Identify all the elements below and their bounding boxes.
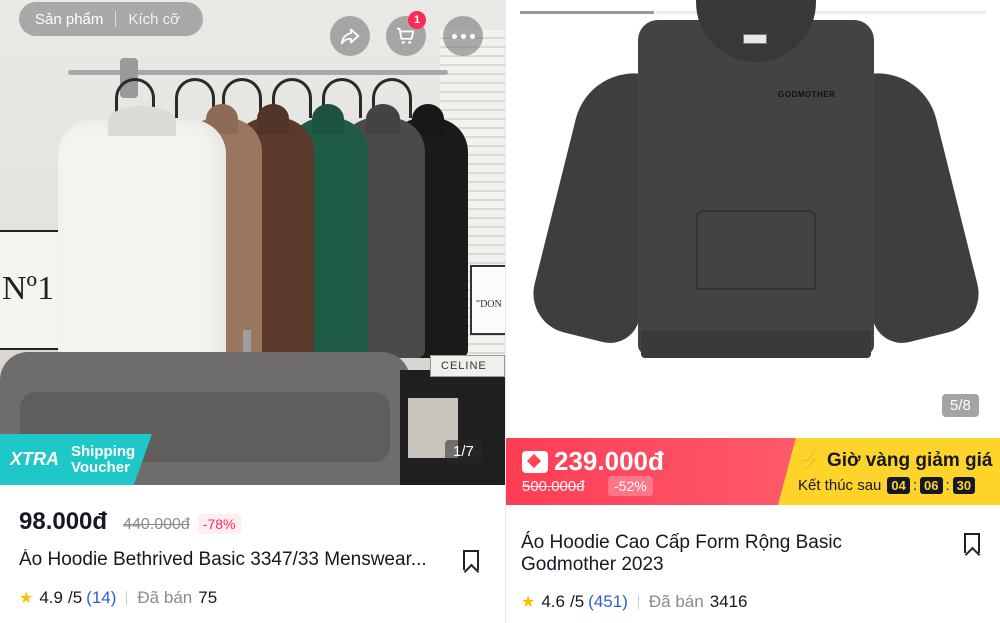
flash-original-price: 500.000đ	[522, 478, 585, 495]
xtra-label: XTRA	[10, 449, 59, 469]
sold-label: Đã bán	[137, 588, 193, 607]
book: CELINE	[430, 355, 505, 377]
share-icon	[340, 28, 360, 45]
poster-text: "DON	[476, 299, 502, 310]
star-icon: ★	[521, 594, 536, 611]
rating-max: /5	[569, 592, 585, 611]
golden-hour-box: ⚡ Giờ vàng giảm giá Kết thúc sau 04: 06:…	[778, 438, 1000, 505]
discount-badge: -78%	[197, 514, 241, 534]
review-count[interactable]: (451)	[588, 592, 628, 612]
sold-label: Đã bán	[648, 592, 704, 611]
product-image-carousel[interactable]: GODMOTHER 5/8	[506, 0, 1000, 438]
rating-value: 4.9	[39, 588, 63, 607]
sold-count: 3416	[709, 592, 748, 611]
bookmark-icon[interactable]	[964, 533, 980, 553]
kangaroo-pocket	[696, 210, 816, 290]
original-price: 440.000đ	[123, 516, 190, 533]
product-title[interactable]: Áo Hoodie Cao Cấp Form Rộng Basic Godmot…	[521, 532, 921, 576]
image-counter: 5/8	[942, 394, 979, 417]
flash-discount-badge: -52%	[608, 476, 653, 496]
more-button[interactable]	[443, 16, 483, 56]
share-button[interactable]	[330, 16, 370, 56]
review-count[interactable]: (14)	[86, 588, 116, 608]
hem-rib	[641, 330, 871, 358]
star-icon: ★	[19, 590, 34, 607]
sold-count: 75	[198, 588, 218, 607]
ticket-icon	[522, 450, 548, 473]
top-nav-pill: Sản phẩm Kích cỡ	[19, 2, 203, 36]
tab-products[interactable]: Sản phẩm	[35, 11, 103, 28]
voucher-line2: Voucher	[71, 458, 130, 476]
rating-max: /5	[67, 588, 83, 607]
rating-row: ★ 4.9 /5 (14) Đã bán 75	[19, 588, 217, 608]
flash-sale-banner: 239.000đ 500.000đ -52% ⚡ Giờ vàng giảm g…	[506, 438, 1000, 505]
rating-row: ★ 4.6 /5 (451) Đã bán 3416	[521, 592, 748, 612]
shelf	[400, 370, 505, 485]
ends-in-label: Kết thúc sau	[798, 477, 882, 494]
cart-count-badge: 1	[408, 11, 426, 29]
book-title: CELINE	[441, 360, 487, 372]
flash-price: 239.000đ	[554, 446, 664, 476]
flash-price-box: 239.000đ 500.000đ -52%	[506, 438, 798, 505]
price-row: 98.000đ 440.000đ -78%	[19, 508, 241, 536]
rating-divider	[126, 591, 128, 605]
product-title[interactable]: Áo Hoodie Bethrived Basic 3347/33 Menswe…	[19, 549, 449, 571]
hoodie-white	[58, 106, 226, 365]
golden-hour-label: Giờ vàng giảm giá	[826, 450, 993, 471]
current-price: 98.000đ	[19, 508, 108, 535]
nav-divider	[115, 11, 117, 27]
rating-divider	[637, 595, 639, 609]
voucher-line1: Shipping	[71, 442, 136, 460]
bookmark-icon[interactable]	[463, 550, 479, 570]
hoodie-body	[638, 20, 874, 355]
timer-hours: 04	[887, 477, 910, 494]
product-card-right[interactable]: GODMOTHER 5/8 239.000đ 500.000đ -52% ⚡ G…	[506, 0, 1000, 623]
image-counter: 1/7	[445, 440, 482, 463]
xtra-shipping-voucher-badge: XTRA Shipping Voucher	[0, 434, 152, 485]
collar-tag	[743, 34, 767, 44]
hoodie-product-photo: GODMOTHER	[524, 0, 988, 360]
more-icon	[450, 33, 477, 39]
product-card-left[interactable]: Nº1 "DON CELINE Sản phẩm Kích cỡ 1 XTRA …	[0, 0, 505, 623]
flash-icon: ⚡	[798, 450, 822, 471]
timer-seconds: 30	[952, 477, 976, 494]
tab-size[interactable]: Kích cỡ	[128, 11, 180, 28]
brand-print: GODMOTHER	[778, 90, 836, 99]
timer-minutes: 06	[920, 477, 943, 494]
wall-sign-text: Nº1	[2, 270, 55, 307]
poster-frame: "DON	[470, 265, 505, 335]
rating-value: 4.6	[541, 592, 565, 611]
product-image-carousel[interactable]: Nº1 "DON CELINE Sản phẩm Kích cỡ 1 XTRA …	[0, 0, 505, 485]
